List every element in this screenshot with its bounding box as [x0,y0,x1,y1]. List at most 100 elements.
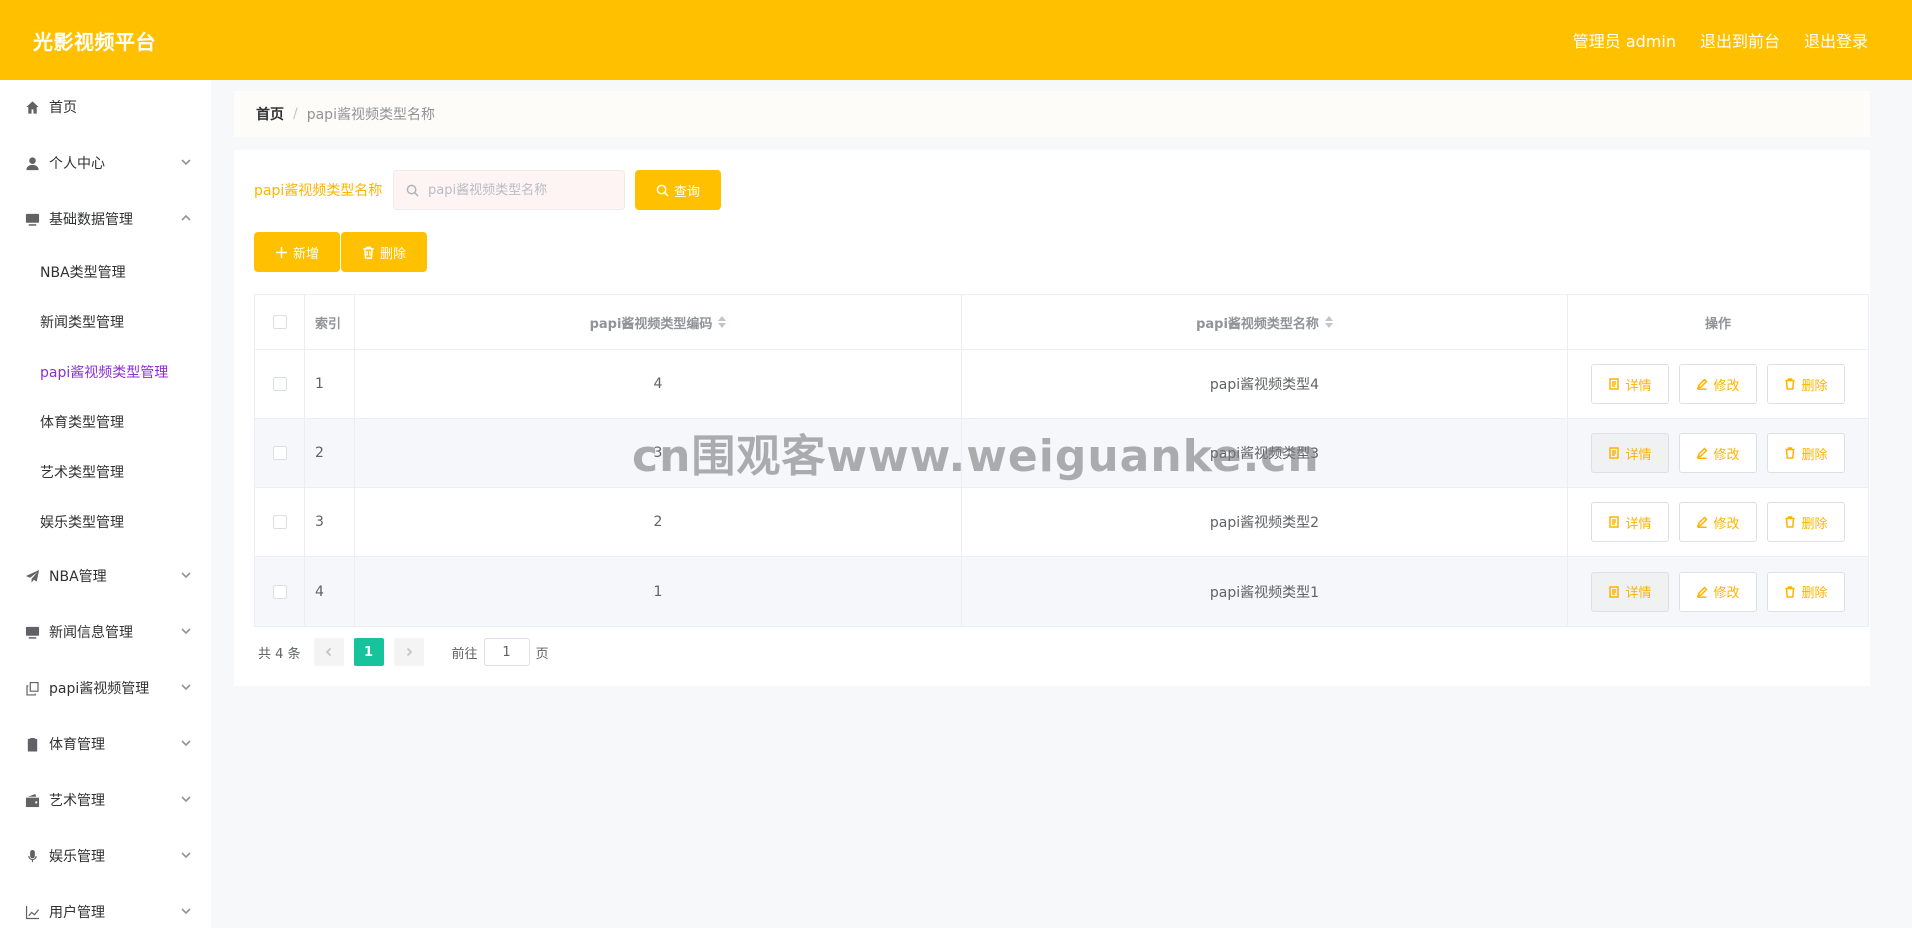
header-code[interactable]: papi酱视频类型编码 [355,295,962,349]
submenu-nba-type[interactable]: NBA类型管理 [0,252,211,292]
sidebar-item-label: 艺术管理 [49,793,105,809]
chevron-down-icon [180,156,192,168]
trash-icon [363,246,374,259]
wallet-icon [24,792,40,808]
header-code-label: papi酱视频类型编码 [589,316,713,332]
document-icon [1609,516,1620,528]
goto-label: 前往 [451,646,478,662]
delete-button[interactable]: 删除 [1767,502,1845,542]
query-button[interactable]: 查询 [635,170,721,210]
sidebar-item-label: 基础数据管理 [49,212,133,228]
trash-icon [1785,447,1795,459]
delete-button[interactable]: 删除 [1767,364,1845,404]
submenu-sports-type[interactable]: 体育类型管理 [0,402,211,442]
detail-button[interactable]: 详情 [1591,571,1669,612]
sidebar-item-users[interactable]: 用户管理 [0,892,211,928]
edit-button[interactable]: 修改 [1679,571,1757,612]
monitor-icon [24,624,40,640]
detail-label: 详情 [1625,516,1652,532]
row-index: 3 [305,488,355,556]
delete-label: 删除 [1801,447,1828,463]
exit-to-front-link[interactable]: 退出到前台 [1700,28,1780,52]
sidebar-item-label: papi酱视频管理 [49,681,150,697]
logout-link[interactable]: 退出登录 [1804,28,1868,52]
sort-caret-icon[interactable] [1324,316,1333,328]
sidebar-item-profile[interactable]: 个人中心 [0,143,211,183]
sidebar-item-label: 娱乐管理 [49,849,105,865]
next-page-button[interactable] [393,638,424,666]
monitor-icon [24,211,40,227]
delete-button[interactable]: 删除 [1767,571,1845,612]
sidebar-item-label: 个人中心 [49,156,105,172]
submenu-news-type[interactable]: 新闻类型管理 [0,302,211,342]
row-checkbox-cell [255,350,305,418]
chevron-down-icon [180,905,192,917]
search-icon [406,184,419,197]
row-checkbox-cell [255,488,305,556]
table-row: 1 4 papi酱视频类型4 详情 修改 删除 [255,350,1868,419]
batch-delete-button[interactable]: 删除 [341,232,427,272]
submenu-papi-video-type[interactable]: papi酱视频类型管理 [0,352,211,392]
sidebar-item-label: 用户管理 [49,905,105,921]
row-code: 2 [355,488,962,556]
search-field[interactable] [393,170,625,210]
row-checkbox[interactable] [272,515,287,529]
sidebar-item-label: 新闻信息管理 [49,625,133,641]
sidebar-item-basic-data[interactable]: 基础数据管理 [0,199,211,239]
sidebar-item-papi-video[interactable]: papi酱视频管理 [0,668,211,708]
sidebar-item-sports[interactable]: 体育管理 [0,724,211,764]
search-input[interactable] [428,182,618,198]
trash-icon [1785,378,1795,390]
detail-label: 详情 [1625,447,1652,463]
sidebar-item-home[interactable]: 首页 [0,87,211,127]
home-icon [24,99,40,115]
header-name[interactable]: papi酱视频类型名称 [962,295,1568,349]
table-row: 3 2 papi酱视频类型2 详情 修改 删除 [255,488,1868,557]
add-button[interactable]: 新增 [254,232,340,272]
trash-icon [1785,516,1795,528]
submenu-entertainment-type[interactable]: 娱乐类型管理 [0,502,211,542]
goto-page-input[interactable] [483,638,530,666]
sidebar-item-nba[interactable]: NBA管理 [0,556,211,596]
chart-icon [24,904,40,920]
row-checkbox[interactable] [272,584,287,599]
detail-button[interactable]: 详情 [1591,364,1669,404]
chevron-down-icon [180,569,192,581]
page-number-current[interactable]: 1 [353,638,384,666]
breadcrumb-home[interactable]: 首页 [256,104,284,124]
prev-page-button[interactable] [313,638,344,666]
breadcrumb-separator: / [293,106,298,122]
chevron-down-icon [180,849,192,861]
sidebar-item-label: NBA管理 [49,569,107,585]
edit-icon [1697,378,1709,390]
data-table: 索引 papi酱视频类型编码 papi酱视频类型名称 操作 1 4 papi酱视… [254,294,1869,627]
row-code: 4 [355,350,962,418]
edit-button[interactable]: 修改 [1679,433,1757,473]
page-suffix: 页 [535,646,549,662]
header-checkbox-cell [255,295,305,349]
query-button-label: 查询 [673,184,700,200]
submenu-art-type[interactable]: 艺术类型管理 [0,452,211,492]
sort-caret-icon[interactable] [718,316,727,328]
edit-button[interactable]: 修改 [1679,364,1757,404]
app-title: 光影视频平台 [33,29,156,54]
header-ops: 操作 [1704,316,1731,332]
header-index: 索引 [305,295,355,349]
sidebar-item-art[interactable]: 艺术管理 [0,780,211,820]
edit-icon [1697,447,1709,459]
edit-button[interactable]: 修改 [1679,502,1757,542]
delete-button[interactable]: 删除 [1767,433,1845,473]
select-all-checkbox[interactable] [272,315,287,329]
detail-button[interactable]: 详情 [1591,502,1669,542]
sidebar-item-news[interactable]: 新闻信息管理 [0,612,211,652]
sidebar-item-entertainment[interactable]: 娱乐管理 [0,836,211,876]
row-name: papi酱视频类型4 [962,350,1568,418]
row-checkbox[interactable] [272,377,287,391]
paper-plane-icon [24,568,40,584]
pagination-total: 共 4 条 [258,646,301,662]
sidebar: 首页 个人中心 基础数据管理 NBA类型管理 新闻类型管理 papi酱视频类型管… [0,80,211,928]
plus-icon [275,246,288,258]
chevron-left-icon [325,647,331,657]
detail-button[interactable]: 详情 [1591,433,1669,473]
row-checkbox[interactable] [272,446,287,460]
